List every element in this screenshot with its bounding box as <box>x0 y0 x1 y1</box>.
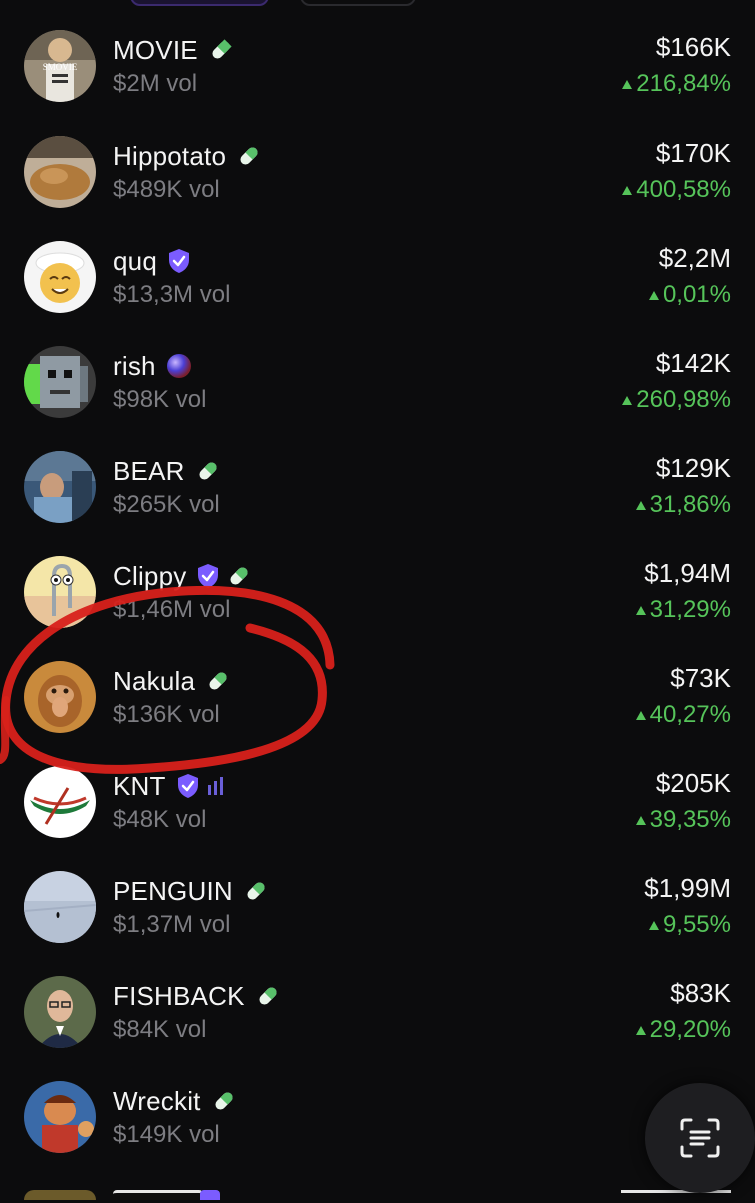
avatar <box>24 661 96 733</box>
market-cap: $205K <box>655 768 731 798</box>
token-name: Nakula <box>113 665 196 696</box>
list-item[interactable]: Hippotato $489K vol $170K 400,58% <box>0 136 755 241</box>
volume: $1,46M vol <box>113 596 231 623</box>
list-item[interactable]: SMOVIE MOVIE $2M vol $166K 216,84% <box>0 30 755 135</box>
list-item[interactable]: PENGUIN $1,37M vol $1,99M 9,55% <box>0 871 755 976</box>
verified-shield-icon <box>176 773 200 799</box>
pill-icon <box>236 143 262 169</box>
up-triangle-icon <box>648 920 659 930</box>
token-name: quq <box>113 245 157 276</box>
avatar: SMOVIE <box>24 30 96 102</box>
verified-shield-icon <box>167 248 191 274</box>
orb-icon <box>166 353 192 379</box>
verified-shield-icon <box>196 563 220 589</box>
avatar <box>24 976 96 1048</box>
list-item[interactable]: Wreckit $149K vol <box>0 1081 755 1186</box>
price-change: 9,55% <box>648 911 731 939</box>
up-triangle-icon <box>635 710 646 720</box>
market-cap: $166K <box>655 32 731 62</box>
scan-text-icon <box>680 1118 720 1158</box>
avatar <box>24 241 96 313</box>
up-triangle-icon <box>648 290 659 300</box>
up-triangle-icon <box>622 185 633 195</box>
price-change: 31,86% <box>635 491 731 519</box>
avatar <box>24 346 96 418</box>
volume: $13,3M vol <box>113 281 231 308</box>
list-item[interactable]: rish $98K vol $142K 260,98% <box>0 346 755 451</box>
avatar <box>24 136 96 208</box>
token-name: PENGUIN <box>113 875 233 906</box>
market-cap: $1,94M <box>644 558 731 588</box>
volume: $265K vol <box>113 491 220 518</box>
token-name: Hippotato <box>113 140 227 171</box>
avatar <box>24 451 96 523</box>
up-triangle-icon <box>635 815 646 825</box>
market-cap: $83K <box>670 978 731 1008</box>
price-change: 29,20% <box>635 1016 731 1044</box>
list-item[interactable]: quq $13,3M vol $2,2M 0,01% <box>0 241 755 346</box>
price-change: 31,29% <box>635 596 731 624</box>
list-item[interactable]: KNT $48K vol $205K 39,35% <box>0 766 755 871</box>
up-triangle-icon <box>622 395 633 405</box>
token-list: SMOVIE MOVIE $2M vol $166K 216,84% Hippo… <box>0 0 755 1200</box>
volume: $149K vol <box>113 1121 220 1148</box>
up-triangle-icon <box>635 605 646 615</box>
pill-icon <box>226 563 252 589</box>
price-change: 400,58% <box>622 176 731 204</box>
avatar <box>24 766 96 838</box>
list-item-partial[interactable] <box>0 1190 755 1200</box>
pill-icon <box>205 668 231 694</box>
token-name: rish <box>113 350 156 381</box>
list-item[interactable]: BEAR $265K vol $129K 31,86% <box>0 451 755 556</box>
token-name: Clippy <box>113 560 187 591</box>
market-cap: $2,2M <box>658 243 731 273</box>
token-name: FISHBACK <box>113 980 245 1011</box>
up-triangle-icon <box>635 500 646 510</box>
pill-icon <box>243 878 269 904</box>
token-name: MOVIE <box>113 34 198 65</box>
pill-icon <box>211 1088 237 1114</box>
price-change: 39,35% <box>635 806 731 834</box>
volume: $136K vol <box>113 701 220 728</box>
token-name: Wreckit <box>113 1085 201 1116</box>
pill-icon <box>195 458 221 484</box>
svg-text:SMOVIE: SMOVIE <box>43 62 78 72</box>
volume: $84K vol <box>113 1016 207 1043</box>
volume: $48K vol <box>113 806 207 833</box>
list-item[interactable]: FISHBACK $84K vol $83K 29,20% <box>0 976 755 1081</box>
market-cap: $73K <box>670 663 731 693</box>
market-cap: $142K <box>655 348 731 378</box>
pill-icon <box>208 37 234 63</box>
market-cap: $1,99M <box>644 873 731 903</box>
market-cap: $129K <box>655 453 731 483</box>
price-change: 260,98% <box>622 386 731 414</box>
up-triangle-icon <box>635 1025 646 1035</box>
volume: $1,37M vol <box>113 911 231 938</box>
price-change: 0,01% <box>648 281 731 309</box>
token-name: BEAR <box>113 455 185 486</box>
avatar <box>24 1081 96 1153</box>
up-triangle-icon <box>622 79 633 89</box>
market-cap: $170K <box>655 138 731 168</box>
avatar <box>24 556 96 628</box>
volume: $489K vol <box>113 176 220 203</box>
price-change: 40,27% <box>635 701 731 729</box>
list-item[interactable]: Nakula $136K vol $73K 40,27% <box>0 661 755 766</box>
token-name: KNT <box>113 770 166 801</box>
pill-icon <box>255 983 281 1009</box>
scan-button[interactable] <box>645 1083 755 1193</box>
volume: $98K vol <box>113 386 207 413</box>
avatar <box>24 871 96 943</box>
list-item[interactable]: Clippy $1,46M vol $1,94M 31,29% <box>0 556 755 661</box>
price-change: 216,84% <box>622 70 731 98</box>
bars-icon <box>206 775 226 797</box>
volume: $2M vol <box>113 70 198 97</box>
